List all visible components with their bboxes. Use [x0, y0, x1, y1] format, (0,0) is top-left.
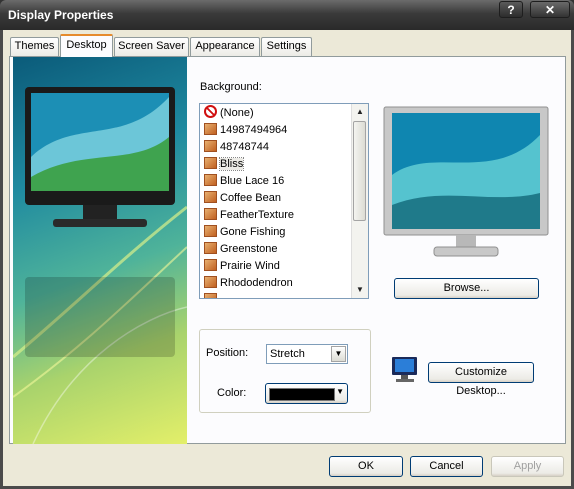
list-item[interactable]: Prairie Wind: [204, 258, 354, 275]
list-item-label: Gone Fishing: [220, 226, 286, 238]
cancel-button[interactable]: Cancel: [410, 456, 483, 477]
tab-settings[interactable]: Settings: [261, 37, 312, 56]
background-list[interactable]: (None) 14987494964 48748744 Bliss Blue L…: [199, 103, 369, 299]
tab-screen-saver[interactable]: Screen Saver: [114, 37, 189, 56]
title-bar[interactable]: Display Properties ? ✕: [0, 0, 574, 30]
apply-button[interactable]: Apply: [491, 456, 564, 477]
chevron-down-icon: ▼: [336, 387, 344, 396]
desktop-tab-panel: Background: (None) 14987494964 48748744 …: [9, 56, 566, 444]
customize-desktop-icon: [392, 357, 417, 382]
list-item-label: (None): [220, 107, 254, 119]
preview-monitor: [383, 106, 549, 257]
window-title: Display Properties: [8, 8, 114, 22]
list-item[interactable]: FeatherTexture: [204, 207, 354, 224]
display-properties-window: Display Properties ? ✕ Themes Desktop Sc…: [0, 0, 574, 489]
ok-button[interactable]: OK: [329, 456, 403, 477]
dialog-client-area: Themes Desktop Screen Saver Appearance S…: [3, 30, 571, 486]
list-scrollbar[interactable]: ▲ ▼: [351, 104, 368, 298]
none-icon: [204, 105, 217, 118]
list-item[interactable]: (None): [204, 105, 354, 122]
list-item-label: Coffee Bean: [220, 192, 281, 204]
chevron-down-icon[interactable]: ▼: [331, 346, 346, 362]
scroll-down-arrow-icon[interactable]: ▼: [352, 282, 368, 298]
image-icon: [204, 259, 217, 271]
tab-desktop[interactable]: Desktop: [60, 34, 113, 57]
list-item[interactable]: Coffee Bean: [204, 190, 354, 207]
list-item-label: Bliss: [218, 157, 245, 171]
list-item-label: Rhododendron: [220, 277, 293, 289]
image-icon: [204, 208, 217, 220]
tab-appearance[interactable]: Appearance: [190, 37, 260, 56]
image-icon: [204, 123, 217, 135]
browse-button[interactable]: Browse...: [394, 278, 539, 299]
image-icon: [204, 140, 217, 152]
list-item-label: Prairie Wind: [220, 260, 280, 272]
list-item[interactable]: Gone Fishing: [204, 224, 354, 241]
list-item-label: Blue Lace 16: [220, 175, 285, 187]
customize-desktop-button[interactable]: Customize Desktop...: [428, 362, 534, 397]
list-item[interactable]: Blue Lace 16: [204, 173, 354, 190]
image-icon: [204, 157, 217, 169]
help-button[interactable]: ?: [499, 1, 523, 18]
list-item[interactable]: 14987494964: [204, 122, 354, 139]
background-label: Background:: [200, 81, 262, 93]
color-swatch: [269, 388, 335, 401]
image-icon: [204, 225, 217, 237]
list-item-partial: [204, 292, 354, 298]
list-item-label: 48748744: [220, 141, 269, 153]
image-icon: [204, 293, 217, 298]
position-select[interactable]: Stretch ▼: [266, 344, 348, 364]
list-item-selected[interactable]: Bliss: [204, 156, 354, 173]
position-label: Position:: [206, 347, 249, 359]
image-icon: [204, 242, 217, 254]
close-button[interactable]: ✕: [530, 1, 570, 18]
position-value: Stretch: [270, 348, 305, 360]
list-item-label: FeatherTexture: [220, 209, 294, 221]
color-picker-button[interactable]: ▼: [265, 383, 348, 404]
list-item[interactable]: 48748744: [204, 139, 354, 156]
position-color-group: Position: Stretch ▼ Color: ▼: [199, 329, 371, 413]
list-item[interactable]: Greenstone: [204, 241, 354, 258]
monitor-illustration: [13, 87, 187, 444]
image-icon: [204, 191, 217, 203]
list-item[interactable]: Rhododendron: [204, 275, 354, 292]
image-icon: [204, 174, 217, 186]
color-label: Color:: [217, 387, 247, 399]
image-icon: [204, 276, 217, 288]
scroll-thumb[interactable]: [353, 121, 366, 221]
scroll-up-arrow-icon[interactable]: ▲: [352, 104, 368, 120]
tab-themes[interactable]: Themes: [10, 37, 59, 56]
decorative-monitor-artwork: [13, 57, 187, 444]
list-item-label: Greenstone: [220, 243, 278, 255]
list-item-label: 14987494964: [220, 124, 288, 136]
